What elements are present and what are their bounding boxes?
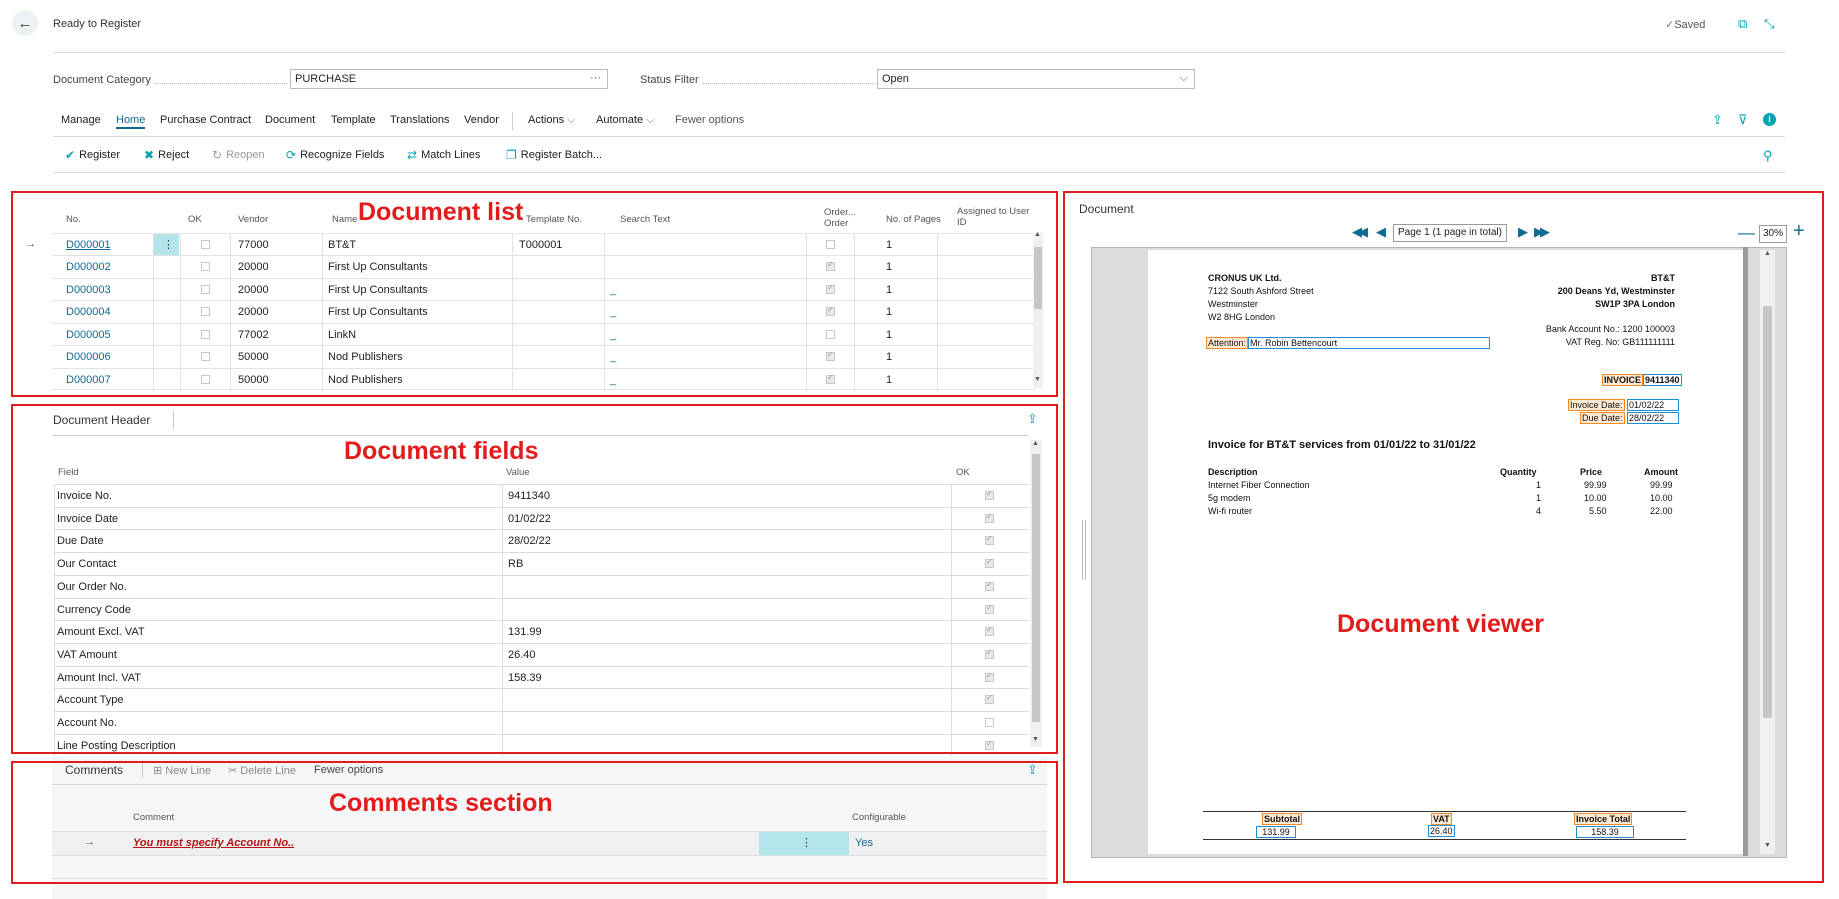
saved-status: ✓Saved: [1665, 19, 1706, 31]
menu-actions[interactable]: Actions ⌵: [528, 114, 575, 127]
label-document-viewer: Document viewer: [1337, 610, 1545, 638]
close-icon: ✖: [144, 148, 155, 162]
document-list-region: [11, 191, 1058, 397]
document-viewer-region: [1063, 191, 1824, 883]
open-new-window-icon[interactable]: ⧉: [1738, 16, 1747, 32]
menu-manage[interactable]: Manage: [61, 114, 101, 126]
back-button[interactable]: ←: [12, 10, 38, 36]
chevron-down-icon: ⌵: [1179, 72, 1188, 84]
menu-automate[interactable]: Automate ⌵: [596, 114, 655, 127]
chevron-down-icon: ⌵: [567, 114, 576, 126]
reopen-button[interactable]: ↻ Reopen: [212, 148, 265, 162]
recognize-icon: ⟳: [286, 148, 297, 162]
back-arrow-icon: ←: [17, 14, 33, 32]
status-filter-label: Status Filter: [640, 74, 699, 86]
match-lines-button[interactable]: ⇄ Match Lines: [407, 148, 480, 162]
menu-document[interactable]: Document: [265, 114, 315, 126]
document-category-label: Document Category: [53, 74, 151, 86]
check-icon: ✓: [1665, 19, 1675, 31]
menu-translations[interactable]: Translations: [390, 114, 450, 126]
menu-vendor[interactable]: Vendor: [464, 114, 499, 126]
reopen-icon: ↻: [212, 148, 223, 162]
label-document-fields: Document fields: [344, 437, 539, 465]
document-category-input[interactable]: PURCHASE ···: [290, 69, 608, 89]
menu-fewer-options[interactable]: Fewer options: [675, 114, 744, 126]
menu-home[interactable]: Home: [116, 114, 146, 129]
recognize-fields-button[interactable]: ⟳ Recognize Fields: [286, 148, 384, 162]
collapse-icon[interactable]: ⤡: [1764, 16, 1774, 32]
page-title: Ready to Register: [53, 18, 142, 30]
share-icon[interactable]: ⇪: [1712, 112, 1723, 128]
menu-template[interactable]: Template: [331, 114, 376, 126]
register-button[interactable]: ✔ Register: [65, 148, 120, 162]
menu-purchase-contract[interactable]: Purchase Contract: [160, 114, 251, 126]
label-document-list: Document list: [358, 198, 524, 226]
pin-icon[interactable]: ⚲: [1763, 148, 1773, 164]
more-options-icon[interactable]: ···: [590, 72, 601, 84]
reject-button[interactable]: ✖ Reject: [144, 148, 189, 162]
label-comments-section: Comments section: [329, 789, 553, 817]
batch-icon: ❐: [506, 148, 517, 162]
register-batch-button[interactable]: ❐ Register Batch...: [506, 148, 602, 162]
checkmark-icon: ✔: [65, 148, 76, 162]
info-icon[interactable]: i: [1763, 113, 1776, 126]
chevron-down-icon: ⌵: [646, 114, 655, 126]
match-lines-icon: ⇄: [407, 148, 418, 162]
filter-icon[interactable]: ⊽: [1738, 112, 1748, 128]
comments-region: [11, 761, 1058, 884]
status-filter-select[interactable]: Open ⌵: [877, 69, 1195, 89]
